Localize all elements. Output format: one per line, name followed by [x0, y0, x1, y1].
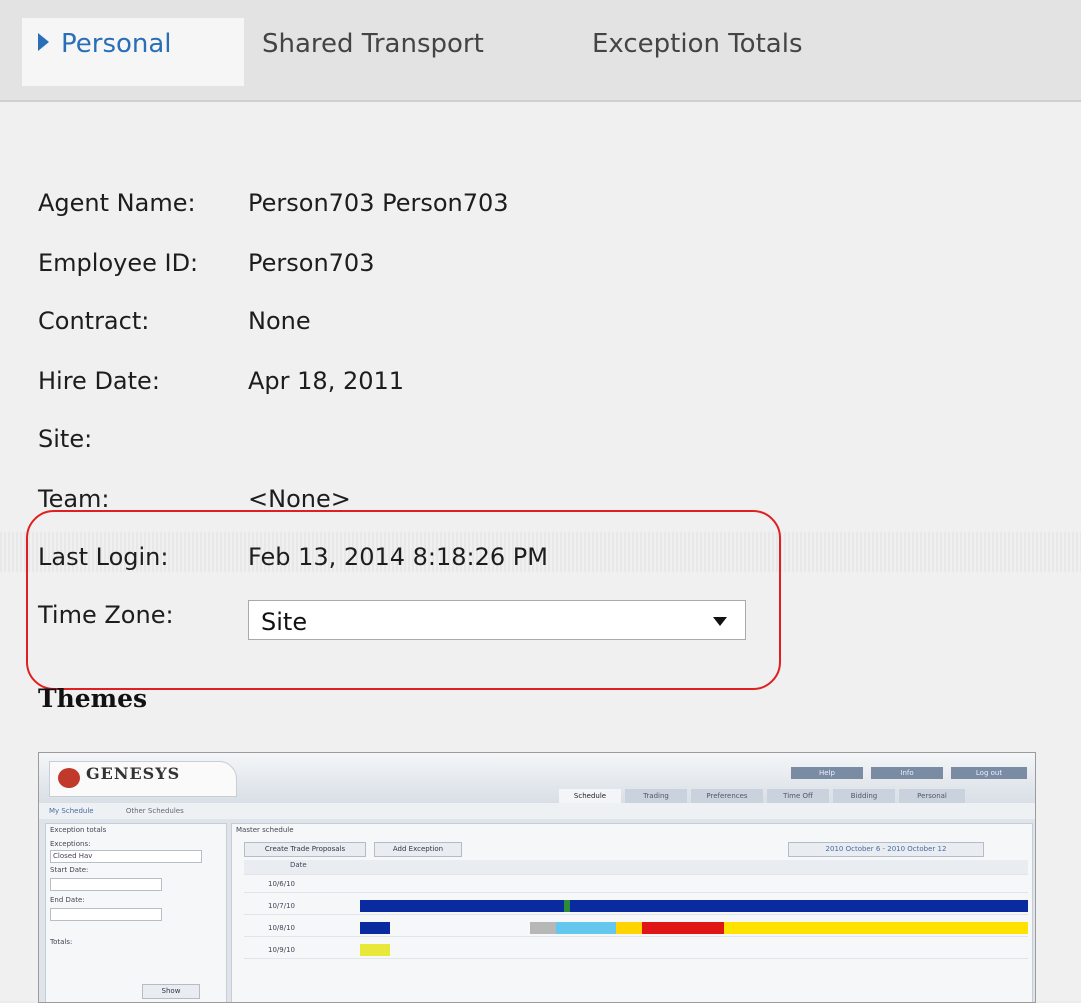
- preview-schedule-bar: [360, 922, 390, 934]
- preview-date-range: 2010 October 6 - 2010 October 12: [788, 842, 984, 857]
- preview-totals-label: Totals:: [50, 938, 73, 946]
- time-zone-selected-value: Site: [261, 608, 308, 636]
- preview-main-title: Master schedule: [236, 826, 294, 834]
- preview-schedule-bar: [556, 922, 586, 934]
- preview-grid-row: 10/9/10: [244, 944, 1028, 959]
- team-label: Team:: [38, 485, 110, 513]
- time-zone-label: Time Zone:: [38, 601, 174, 629]
- tab-bar: Personal Shared Transport Exception Tota…: [0, 0, 1081, 102]
- preview-nav-preferences: Preferences: [691, 789, 763, 803]
- preview-grid-row: 10/6/10: [244, 878, 1028, 893]
- tab-label: Exception Totals: [592, 29, 803, 59]
- theme-preview[interactable]: GENESYS Help Info Log out Schedule Tradi…: [38, 752, 1036, 1003]
- preview-schedule-bar: [724, 922, 1028, 934]
- preview-add-button: Add Exception: [374, 842, 462, 857]
- preview-subtabs: My Schedule Other Schedules: [39, 803, 1035, 819]
- preview-subtab-other-schedules: Other Schedules: [125, 807, 184, 815]
- preview-subtab-my-schedule: My Schedule: [49, 807, 94, 815]
- hire-date-label: Hire Date:: [38, 367, 160, 395]
- tab-personal[interactable]: Personal: [22, 18, 244, 86]
- site-label: Site:: [38, 425, 93, 453]
- preview-help-button: Help: [791, 767, 863, 779]
- chevron-down-icon: [713, 617, 727, 626]
- preview-logo-box: GENESYS: [49, 761, 237, 797]
- preview-nav-time-off: Time Off: [767, 789, 829, 803]
- preview-schedule-bar: [616, 922, 642, 934]
- hire-date-value: Apr 18, 2011: [248, 367, 405, 395]
- preview-info-button: Info: [871, 767, 943, 779]
- preview-left-panel: Exception totals Exceptions: Closed Hav …: [45, 823, 227, 1002]
- preview-nav-bidding: Bidding: [833, 789, 895, 803]
- preview-nav-trading: Trading: [625, 789, 687, 803]
- preview-schedule-bar: [586, 922, 616, 934]
- last-login-label: Last Login:: [38, 543, 169, 571]
- agent-name-label: Agent Name:: [38, 189, 196, 217]
- contract-value: None: [248, 307, 311, 335]
- tab-exception-totals[interactable]: Exception Totals: [592, 18, 803, 100]
- preview-schedule-bar: [530, 922, 556, 934]
- team-value: <None>: [248, 485, 351, 513]
- preview-schedule-bar: [360, 900, 1028, 912]
- arrow-right-icon: [38, 32, 49, 51]
- contract-label: Contract:: [38, 307, 150, 335]
- preview-logo-text: GENESYS: [86, 764, 181, 783]
- preview-exceptions-select: Closed Hav: [50, 850, 202, 863]
- preview-header: GENESYS Help Info Log out Schedule Tradi…: [39, 753, 1035, 803]
- preview-grid-header: Date: [244, 860, 1028, 875]
- time-zone-select[interactable]: Site: [248, 600, 746, 640]
- preview-start-input: [50, 878, 162, 891]
- agent-name-value: Person703 Person703: [248, 189, 509, 217]
- preview-start-label: Start Date:: [50, 866, 89, 874]
- preview-left-title: Exception totals: [50, 826, 107, 834]
- preview-main-panel: Master schedule Create Trade Proposals A…: [231, 823, 1033, 1002]
- preview-create-button: Create Trade Proposals: [244, 842, 366, 857]
- preview-exceptions-label: Exceptions:: [50, 840, 91, 848]
- preview-end-label: End Date:: [50, 896, 85, 904]
- employee-id-value: Person703: [248, 249, 375, 277]
- tab-shared-transport[interactable]: Shared Transport: [262, 18, 484, 100]
- themes-title: Themes: [38, 684, 148, 713]
- tab-label: Personal: [61, 29, 172, 59]
- preview-logout-button: Log out: [951, 767, 1027, 779]
- preview-schedule-bar: [564, 900, 570, 912]
- preview-schedule-bar: [360, 944, 390, 956]
- preview-end-input: [50, 908, 162, 921]
- genesys-logo-icon: [58, 768, 80, 788]
- preview-show-button: Show: [142, 984, 200, 999]
- last-login-value: Feb 13, 2014 8:18:26 PM: [248, 543, 548, 571]
- preview-grid-row: 10/8/10: [244, 922, 1028, 937]
- employee-id-label: Employee ID:: [38, 249, 199, 277]
- tab-label: Shared Transport: [262, 29, 484, 59]
- preview-nav-personal: Personal: [899, 789, 965, 803]
- preview-grid-row: 10/7/10: [244, 900, 1028, 915]
- preview-nav-schedule: Schedule: [559, 789, 621, 803]
- preview-schedule-bar: [642, 922, 724, 934]
